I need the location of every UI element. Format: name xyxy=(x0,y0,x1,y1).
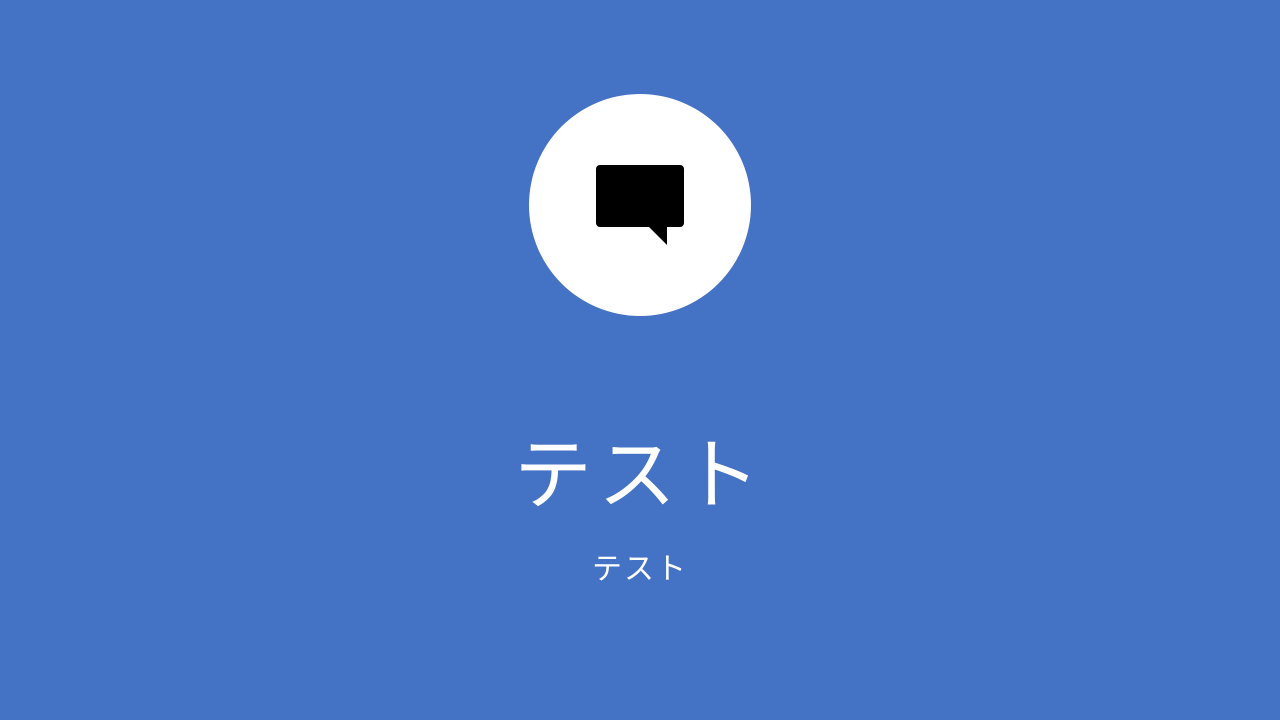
slide: テスト テスト xyxy=(0,0,1280,720)
speech-bubble-icon xyxy=(596,165,684,245)
slide-title: テスト xyxy=(513,431,766,521)
icon-circle xyxy=(529,94,751,316)
slide-subtitle: テスト xyxy=(592,552,688,587)
